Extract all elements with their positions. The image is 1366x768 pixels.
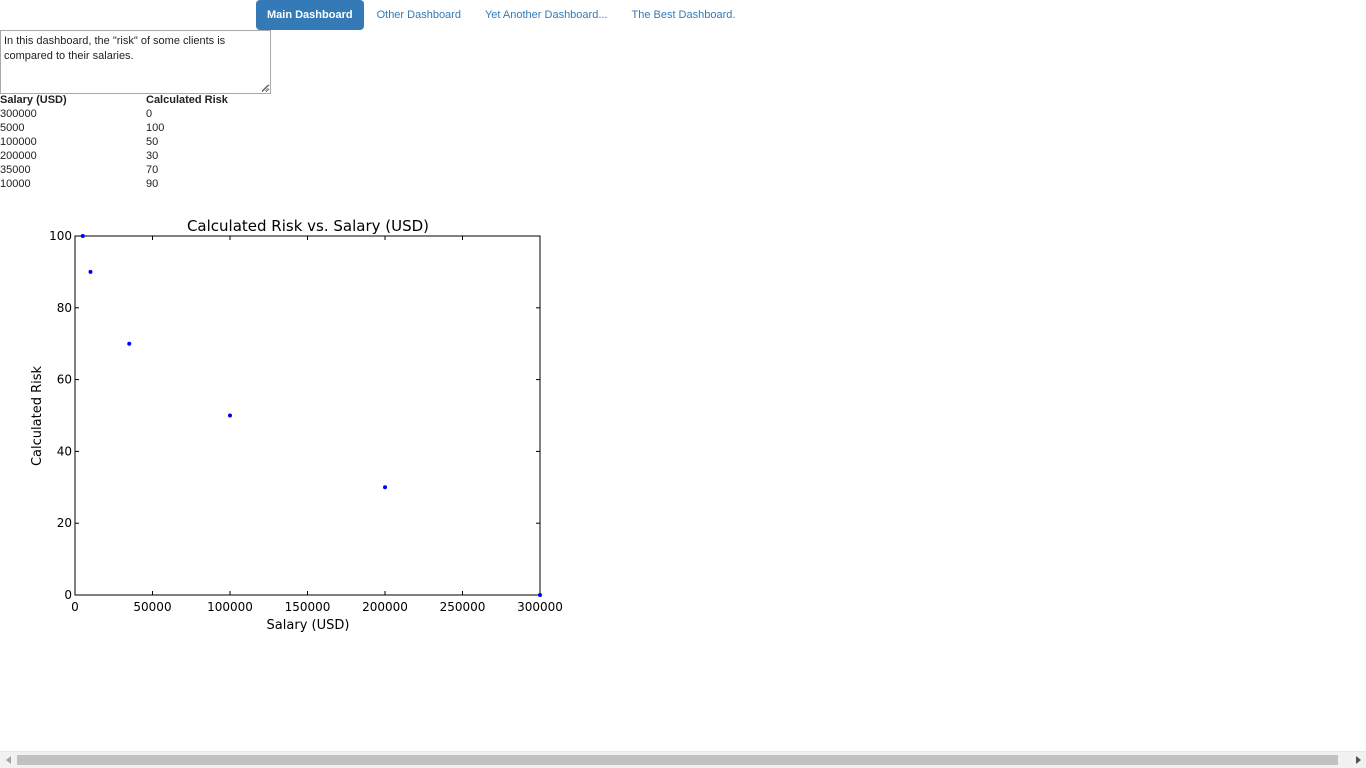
table-row: 100000 50 <box>0 135 266 149</box>
data-point <box>538 593 542 597</box>
cell-salary: 35000 <box>0 164 31 176</box>
data-point <box>383 485 387 490</box>
column-header-salary: Salary (USD) <box>0 94 67 106</box>
cell-risk: 100 <box>146 122 165 134</box>
cell-risk: 30 <box>146 150 159 162</box>
plot-area <box>74 235 541 596</box>
cell-salary: 10000 <box>0 178 31 190</box>
chart-title: Calculated Risk vs. Salary (USD) <box>187 217 429 235</box>
table-row: 35000 70 <box>0 163 266 177</box>
x-tick-label: 200000 <box>362 600 408 614</box>
data-points <box>80 234 542 597</box>
cell-risk: 50 <box>146 136 159 148</box>
scrollbar-thumb[interactable] <box>17 755 1338 765</box>
cell-risk: 70 <box>146 164 159 176</box>
y-tick-label: 100 <box>49 229 72 243</box>
table-row: 10000 90 <box>0 177 266 191</box>
axis-ticks: 0 50000 100000 150000 200000 250000 300000 0 20 4… <box>49 229 563 614</box>
table-row: 5000 100 <box>0 121 266 135</box>
tab-yet-another-dashboard[interactable]: Yet Another Dashboard... <box>473 0 620 30</box>
tab-the-best-dashboard[interactable]: The Best Dashboard. <box>619 0 747 30</box>
table-header-row: Salary (USD) Calculated Risk <box>0 93 266 107</box>
x-tick-label: 150000 <box>285 600 331 614</box>
triangle-right-icon <box>1355 756 1361 764</box>
tab-main-dashboard[interactable]: Main Dashboard <box>256 0 364 30</box>
x-tick-label: 0 <box>71 600 79 614</box>
triangle-left-icon <box>5 756 11 764</box>
y-tick-label: 0 <box>64 588 72 602</box>
resize-grip-icon[interactable] <box>261 84 269 92</box>
cell-risk: 90 <box>146 178 159 190</box>
risk-salary-scatter-chart: Calculated Risk vs. Salary (USD) 0 50000 1… <box>30 217 563 633</box>
cell-risk: 0 <box>146 108 153 120</box>
y-tick-label: 40 <box>57 444 72 458</box>
cell-salary: 300000 <box>0 108 37 120</box>
y-axis-label: Calculated Risk <box>30 366 45 467</box>
salary-risk-table: Salary (USD) Calculated Risk 300000 0 50… <box>0 93 266 191</box>
cell-salary: 5000 <box>0 122 25 134</box>
data-point <box>88 269 93 274</box>
scroll-left-button[interactable] <box>0 752 17 768</box>
description-text: In this dashboard, the "risk" of some cl… <box>4 35 226 62</box>
y-tick-label: 20 <box>57 516 72 530</box>
x-tick-label: 100000 <box>207 600 253 614</box>
dashboard-nav: Main Dashboard Other Dashboard Yet Anoth… <box>256 0 747 30</box>
cell-salary: 100000 <box>0 136 37 148</box>
table-row: 200000 30 <box>0 149 266 163</box>
x-tick-label: 300000 <box>517 600 563 614</box>
table-row: 300000 0 <box>0 107 266 121</box>
y-tick-label: 80 <box>57 301 72 315</box>
column-header-risk: Calculated Risk <box>146 94 228 106</box>
tab-other-dashboard[interactable]: Other Dashboard <box>365 0 473 30</box>
x-tick-label: 50000 <box>133 600 171 614</box>
data-point <box>127 341 132 346</box>
x-tick-label: 250000 <box>440 600 486 614</box>
data-point <box>228 413 232 418</box>
scroll-right-button[interactable] <box>1349 752 1366 768</box>
y-tick-label: 60 <box>57 373 72 387</box>
horizontal-scrollbar[interactable] <box>0 751 1366 768</box>
x-axis-label: Salary (USD) <box>267 618 350 633</box>
description-textarea[interactable]: In this dashboard, the "risk" of some cl… <box>0 30 271 94</box>
cell-salary: 200000 <box>0 150 37 162</box>
data-point <box>80 234 85 238</box>
